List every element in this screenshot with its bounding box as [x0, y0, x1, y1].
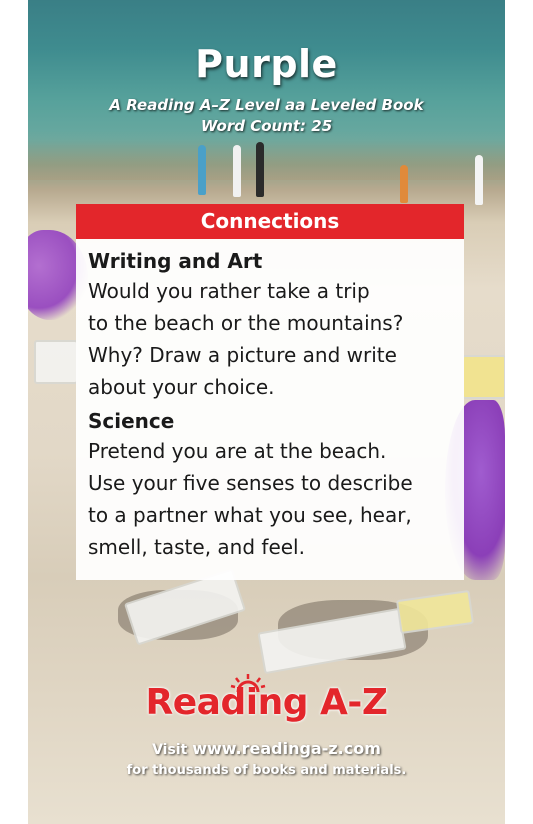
- connections-body: Writing and Art Would you rather take a …: [76, 239, 464, 563]
- book-back-cover: Purple A Reading A–Z Level aa Leveled Bo…: [0, 0, 533, 824]
- science-text: Pretend you are at the beach. Use your f…: [88, 435, 454, 563]
- website-link[interactable]: www.readinga-z.com: [192, 739, 381, 758]
- beach-person: [233, 145, 241, 197]
- text-line: about your choice.: [88, 375, 275, 399]
- text-line: Use your five senses to describe: [88, 471, 413, 495]
- beach-person: [256, 142, 264, 197]
- text-line: Pretend you are at the beach.: [88, 439, 387, 463]
- beach-person: [400, 165, 408, 203]
- book-level: A Reading A–Z Level aa Leveled Book: [109, 96, 424, 114]
- reading-az-logo: Reading A-Z: [28, 674, 505, 723]
- text-line: Would you rather take a trip: [88, 279, 370, 303]
- logo-text: Reading A-Z: [145, 682, 388, 723]
- sun-icon: [230, 674, 266, 692]
- lounge-chair: [395, 590, 475, 634]
- shoreline: [28, 130, 505, 180]
- book-title: Purple: [195, 42, 338, 86]
- beach-person: [198, 145, 206, 195]
- word-count: Word Count: 25: [200, 117, 333, 135]
- visit-line: Visit www.readinga-z.com: [28, 739, 505, 758]
- writing-art-text: Would you rather take a trip to the beac…: [88, 275, 454, 403]
- science-heading: Science: [88, 409, 175, 433]
- text-line: Why? Draw a picture and write: [88, 343, 397, 367]
- text-line: smell, taste, and feel.: [88, 535, 305, 559]
- text-line: to the beach or the mountains?: [88, 311, 404, 335]
- connections-header: Connections: [76, 204, 464, 239]
- visit-prefix: Visit: [152, 742, 193, 758]
- writing-art-heading: Writing and Art: [88, 249, 263, 273]
- lounge-chair: [462, 355, 505, 399]
- lounge-chair: [34, 340, 78, 384]
- connections-panel: Connections Writing and Art Would you ra…: [76, 204, 464, 580]
- tagline: for thousands of books and materials.: [126, 763, 407, 778]
- beach-person: [475, 155, 483, 205]
- text-line: to a partner what you see, hear,: [88, 503, 412, 527]
